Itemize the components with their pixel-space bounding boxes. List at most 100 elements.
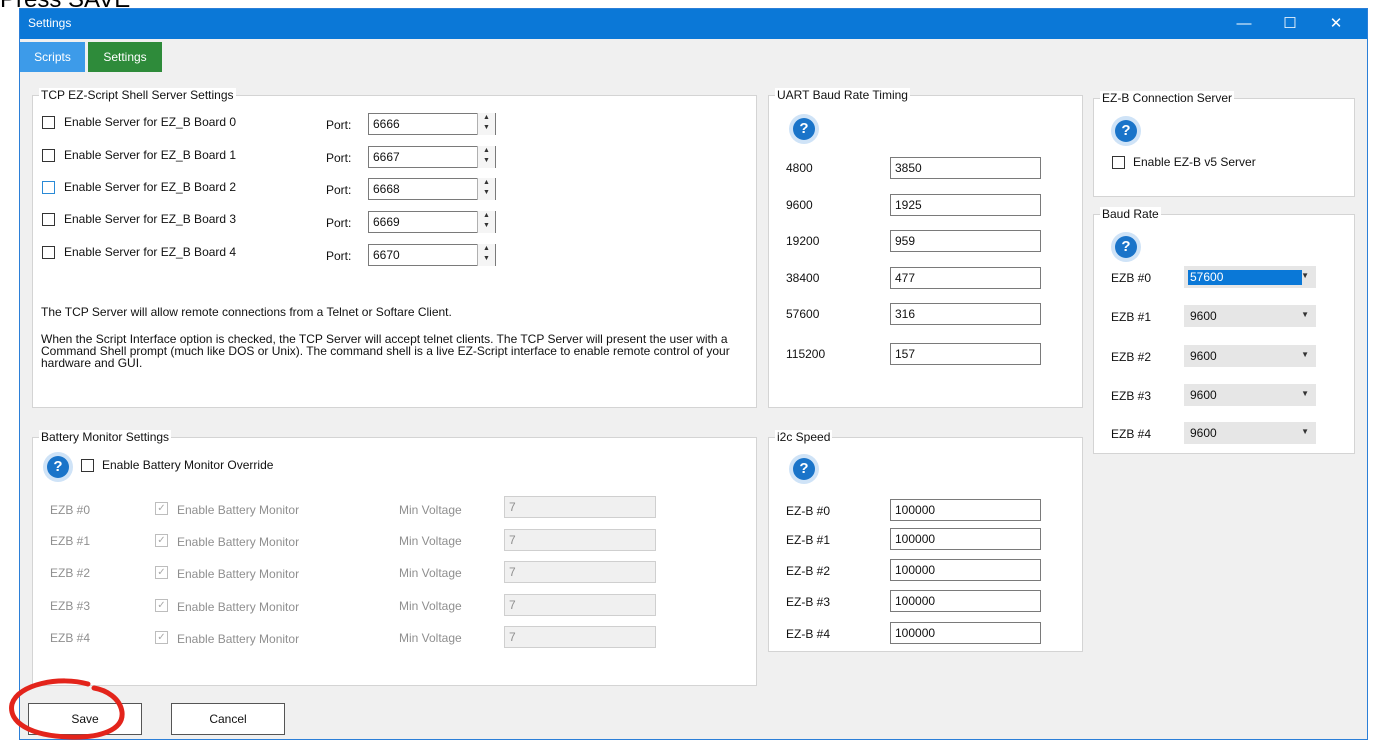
i2c-input-ezb3[interactable]: 100000 xyxy=(890,590,1041,612)
min-voltage-label: Min Voltage xyxy=(399,599,462,613)
uart-baud-group: UART Baud Rate Timing ? 4800 3850 9600 1… xyxy=(768,88,1083,408)
port-label: Port: xyxy=(326,183,352,197)
help-icon[interactable]: ? xyxy=(1111,116,1141,146)
baud-label-ezb0: EZB #0 xyxy=(1111,271,1152,285)
uart-label-115200: 115200 xyxy=(786,347,826,361)
i2c-input-ezb0[interactable]: 100000 xyxy=(890,499,1041,521)
battery-ezb-label: EZB #0 xyxy=(50,503,91,517)
board-0-label: Enable Server for EZ_B Board 0 xyxy=(64,115,237,129)
board-2-checkbox[interactable] xyxy=(42,181,55,194)
help-icon[interactable]: ? xyxy=(1111,232,1141,262)
port-label: Port: xyxy=(326,249,352,263)
baud-label-ezb3: EZB #3 xyxy=(1111,389,1152,403)
battery-override-label: Enable Battery Monitor Override xyxy=(102,458,274,472)
baud-select-ezb0[interactable]: 57600 ▼ xyxy=(1184,266,1316,288)
board-2-label: Enable Server for EZ_B Board 2 xyxy=(64,180,237,194)
window-title: Settings xyxy=(28,16,72,30)
battery-enable-checkbox[interactable]: ✓ xyxy=(155,502,168,515)
uart-input-4800[interactable]: 3850 xyxy=(890,157,1041,179)
board-1-checkbox[interactable] xyxy=(42,149,55,162)
min-voltage-input[interactable]: 7 xyxy=(504,594,656,616)
min-voltage-input[interactable]: 7 xyxy=(504,529,656,551)
baud-select-value: 9600 xyxy=(1190,388,1217,402)
tab-scripts[interactable]: Scripts xyxy=(20,42,85,72)
help-icon[interactable]: ? xyxy=(789,114,819,144)
min-voltage-label: Min Voltage xyxy=(399,503,462,517)
battery-enable-label: Enable Battery Monitor xyxy=(177,503,300,517)
chevron-down-icon: ▼ xyxy=(1301,350,1309,359)
cancel-button[interactable]: Cancel xyxy=(171,703,285,735)
baud-select-ezb1[interactable]: 9600 ▼ xyxy=(1184,305,1316,327)
battery-ezb-label: EZB #3 xyxy=(50,599,91,613)
uart-input-9600[interactable]: 1925 xyxy=(890,194,1041,216)
ezb-v5-server-checkbox[interactable] xyxy=(1112,156,1125,169)
tab-settings[interactable]: Settings xyxy=(88,42,162,72)
maximize-button[interactable]: ☐ xyxy=(1267,9,1313,39)
baud-label-ezb2: EZB #2 xyxy=(1111,350,1152,364)
i2c-input-ezb2[interactable]: 100000 xyxy=(890,559,1041,581)
board-1-label: Enable Server for EZ_B Board 1 xyxy=(64,148,237,162)
min-voltage-label: Min Voltage xyxy=(399,566,462,580)
tcp-group-title: TCP EZ-Script Shell Server Settings xyxy=(39,88,236,102)
i2c-speed-group: i2c Speed ? EZ-B #0 100000 EZ-B #1 10000… xyxy=(768,430,1083,652)
minimize-button[interactable]: — xyxy=(1221,9,1267,39)
uart-input-115200[interactable]: 157 xyxy=(890,343,1041,365)
battery-enable-label: Enable Battery Monitor xyxy=(177,535,300,549)
battery-monitor-group: Battery Monitor Settings ? Enable Batter… xyxy=(32,430,757,686)
uart-input-19200[interactable]: 959 xyxy=(890,230,1041,252)
help-icon[interactable]: ? xyxy=(789,454,819,484)
ezb-server-title: EZ-B Connection Server xyxy=(1100,91,1235,105)
port-0-spinner[interactable]: ▲ ▼ xyxy=(477,113,495,135)
i2c-input-ezb1[interactable]: 100000 xyxy=(890,528,1041,550)
i2c-label-ezb4: EZ-B #4 xyxy=(786,627,831,641)
baud-select-ezb2[interactable]: 9600 ▼ xyxy=(1184,345,1316,367)
battery-enable-checkbox[interactable]: ✓ xyxy=(155,631,168,644)
i2c-label-ezb2: EZ-B #2 xyxy=(786,564,831,578)
uart-input-38400[interactable]: 477 xyxy=(890,267,1041,289)
ezb-connection-server-group: EZ-B Connection Server ? Enable EZ-B v5 … xyxy=(1093,91,1355,197)
i2c-label-ezb0: EZ-B #0 xyxy=(786,504,831,518)
port-2-spinner[interactable]: ▲ ▼ xyxy=(477,178,495,200)
min-voltage-label: Min Voltage xyxy=(399,534,462,548)
board-3-checkbox[interactable] xyxy=(42,213,55,226)
uart-label-38400: 38400 xyxy=(786,271,820,285)
close-button[interactable]: ✕ xyxy=(1313,9,1359,39)
battery-override-checkbox[interactable] xyxy=(81,459,94,472)
tcp-description-1: The TCP Server will allow remote connect… xyxy=(41,305,452,319)
min-voltage-label: Min Voltage xyxy=(399,631,462,645)
baud-select-value: 9600 xyxy=(1190,349,1217,363)
port-4-spinner[interactable]: ▲ ▼ xyxy=(477,244,495,266)
port-label: Port: xyxy=(326,118,352,132)
uart-label-4800: 4800 xyxy=(786,161,813,175)
baud-label-ezb1: EZB #1 xyxy=(1111,310,1152,324)
settings-window: Settings — ☐ ✕ Scripts Settings TCP EZ-S… xyxy=(19,8,1368,740)
tcp-server-group: TCP EZ-Script Shell Server Settings Enab… xyxy=(32,88,757,408)
min-voltage-input[interactable]: 7 xyxy=(504,626,656,648)
uart-label-57600: 57600 xyxy=(786,307,820,321)
baud-select-ezb4[interactable]: 9600 ▼ xyxy=(1184,422,1316,444)
battery-enable-checkbox[interactable]: ✓ xyxy=(155,599,168,612)
battery-ezb-label: EZB #1 xyxy=(50,534,91,548)
baud-label-ezb4: EZB #4 xyxy=(1111,427,1152,441)
board-3-label: Enable Server for EZ_B Board 3 xyxy=(64,212,237,226)
baud-rate-title: Baud Rate xyxy=(1100,207,1161,221)
ezb-v5-server-label: Enable EZ-B v5 Server xyxy=(1133,155,1256,169)
board-4-checkbox[interactable] xyxy=(42,246,55,259)
chevron-down-icon: ▼ xyxy=(1301,310,1309,319)
i2c-input-ezb4[interactable]: 100000 xyxy=(890,622,1041,644)
port-3-spinner[interactable]: ▲ ▼ xyxy=(477,211,495,233)
min-voltage-input[interactable]: 7 xyxy=(504,496,656,518)
min-voltage-input[interactable]: 7 xyxy=(504,561,656,583)
port-1-spinner[interactable]: ▲ ▼ xyxy=(477,146,495,168)
board-0-checkbox[interactable] xyxy=(42,116,55,129)
baud-select-ezb3[interactable]: 9600 ▼ xyxy=(1184,384,1316,406)
help-icon[interactable]: ? xyxy=(43,452,73,482)
annotation-circle xyxy=(9,678,125,740)
battery-enable-checkbox[interactable]: ✓ xyxy=(155,534,168,547)
battery-enable-checkbox[interactable]: ✓ xyxy=(155,566,168,579)
i2c-label-ezb3: EZ-B #3 xyxy=(786,595,831,609)
uart-input-57600[interactable]: 316 xyxy=(890,303,1041,325)
battery-enable-label: Enable Battery Monitor xyxy=(177,600,300,614)
chevron-down-icon: ▼ xyxy=(1301,389,1309,398)
i2c-group-title: i2c Speed xyxy=(775,430,833,444)
